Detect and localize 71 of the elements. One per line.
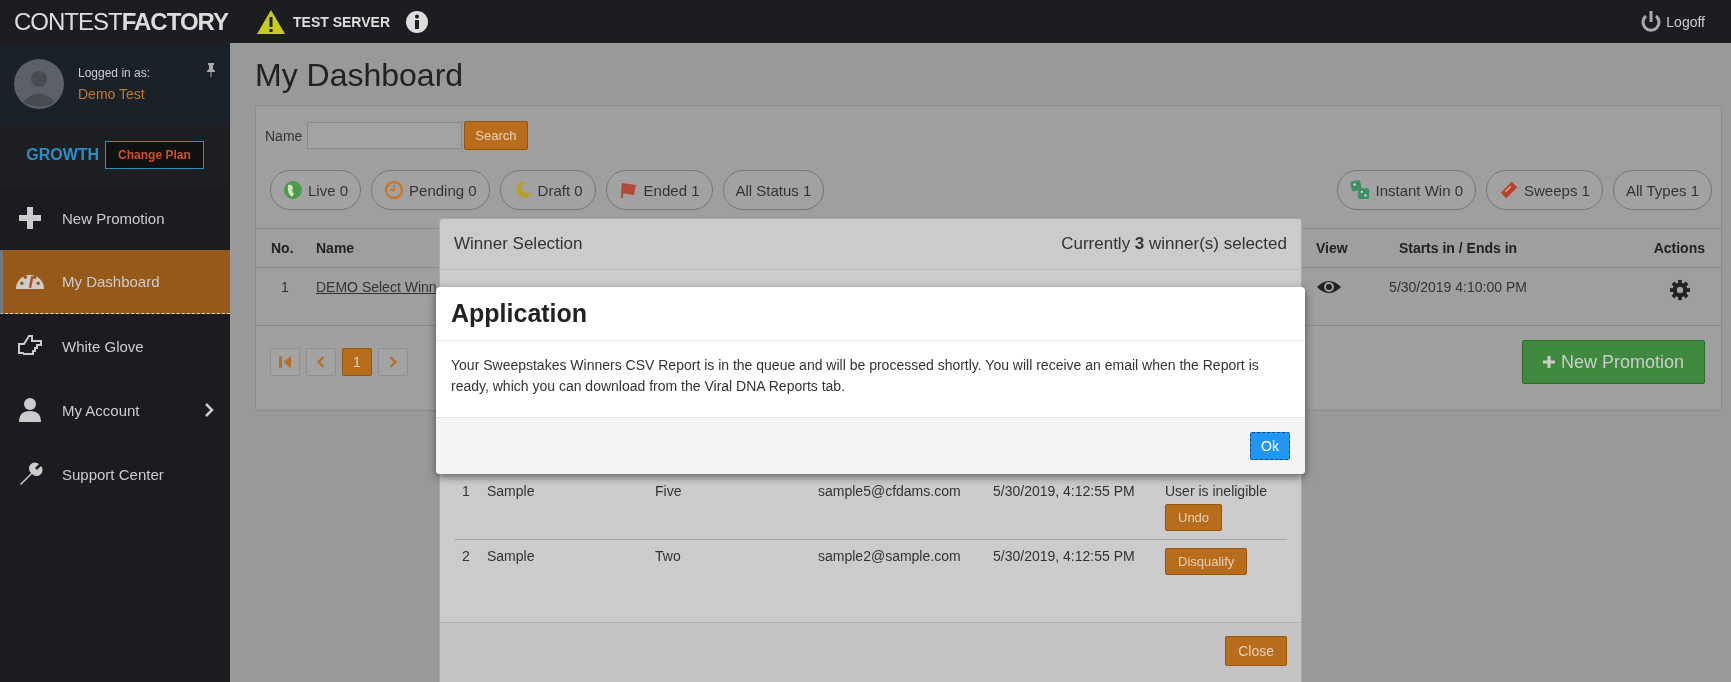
avatar-icon [14, 58, 64, 109]
table-cell-text: 1 [280, 279, 290, 295]
name-label: Name [265, 127, 303, 144]
change-plan-button[interactable]: Change Plan [105, 141, 204, 169]
dialog-title: Application [451, 299, 588, 327]
plus-icon [16, 204, 44, 232]
column-header: View [1316, 240, 1348, 256]
page-button[interactable]: 1 [342, 348, 372, 376]
nav-item[interactable]: My Dashboard [0, 250, 230, 314]
table-cell-text: Five [655, 483, 683, 501]
winner-action-button[interactable]: Disqualify [1165, 548, 1248, 575]
chevron-right-icon [389, 356, 397, 368]
plan-name: GROWTH [26, 146, 100, 164]
status-filter[interactable]: Pending 0 [371, 170, 490, 210]
table-cell-text: sample2@sample.com [818, 548, 962, 566]
logo[interactable]: CONTESTFACTORY [14, 7, 228, 36]
info-icon[interactable] [405, 9, 429, 34]
column-header: Name [316, 240, 355, 256]
winner-count: Currently 3 winner(s) selected [1061, 234, 1287, 254]
column-header: Actions [1653, 240, 1706, 256]
table-cell-text: 1 [462, 483, 471, 501]
logged-in-label: Logged in as: [78, 65, 152, 80]
type-filter[interactable]: All Types 1 [1612, 170, 1712, 210]
winner-action-button[interactable]: Undo [1165, 504, 1223, 531]
settings-icon[interactable] [1669, 279, 1691, 301]
dialog-message: Your Sweepstakes Winners CSV Report is in the queue and will be processed shortly. You will receive an email when the Report is ready, which you can download from the Viral DNA Reports tab. [451, 356, 1260, 396]
server-label: TEST SERVER [293, 13, 390, 30]
type-filter[interactable]: Sweeps 1 [1486, 170, 1603, 210]
table-cell-text: 5/30/2019, 4:12:55 PM [993, 483, 1136, 501]
status-filter[interactable]: Ended 1 [605, 170, 713, 210]
dice-icon [1350, 180, 1371, 200]
logoff-link[interactable]: Logoff [1639, 9, 1705, 34]
table-cell-text: Sample [487, 483, 536, 501]
gauge-icon [16, 274, 44, 289]
new-promotion-button[interactable]: New Promotion [1521, 340, 1705, 384]
type-filter[interactable]: Instant Win 0 [1337, 170, 1476, 210]
page-title: My Dashboard [255, 57, 465, 93]
nav-item[interactable]: New Promotion [0, 186, 230, 250]
promotion-link[interactable]: DEMO Select Winn [316, 279, 437, 295]
dialog-title: Winner Selection [454, 234, 583, 254]
table-cell-text: Sample [487, 548, 536, 566]
status-filter[interactable]: All Status 1 [722, 170, 825, 210]
flag-icon [618, 180, 639, 200]
table-cell-text: 5/30/2019, 4:12:55 PM [993, 548, 1136, 566]
ticket-icon [1499, 180, 1519, 200]
close-button[interactable]: Close [1225, 636, 1287, 666]
nav-item[interactable]: White Glove [0, 314, 230, 378]
column-header: No. [270, 240, 294, 256]
globe-icon [283, 180, 303, 200]
clock-icon [384, 180, 405, 200]
pin-icon[interactable] [206, 63, 216, 77]
table-cell-text: 5/30/2019 4:10:00 PM [1388, 279, 1528, 295]
status-filter[interactable]: Live 0 [270, 170, 362, 210]
name-input[interactable] [307, 122, 463, 149]
user-name: Demo Test [78, 85, 146, 102]
view-icon[interactable] [1316, 279, 1342, 295]
nav-item[interactable]: Support Center [0, 442, 230, 506]
chevron-left-icon [317, 356, 325, 368]
table-cell-text: 2 [462, 548, 471, 566]
warning-icon [256, 8, 286, 35]
plus-icon [1542, 356, 1555, 368]
table-cell-text: sample5@cfdams.com [818, 483, 962, 501]
status-note: User is ineligible [1165, 483, 1267, 499]
search-button[interactable]: Search [464, 121, 528, 150]
nav-item[interactable]: My Account [0, 378, 230, 442]
skip-back-icon [279, 356, 291, 368]
ok-button[interactable]: Ok [1250, 432, 1290, 460]
column-header: Starts in / Ends in [1398, 240, 1518, 256]
status-filter[interactable]: Draft 0 [499, 170, 596, 210]
user-icon [16, 396, 44, 424]
table-cell-text: Two [655, 548, 682, 566]
